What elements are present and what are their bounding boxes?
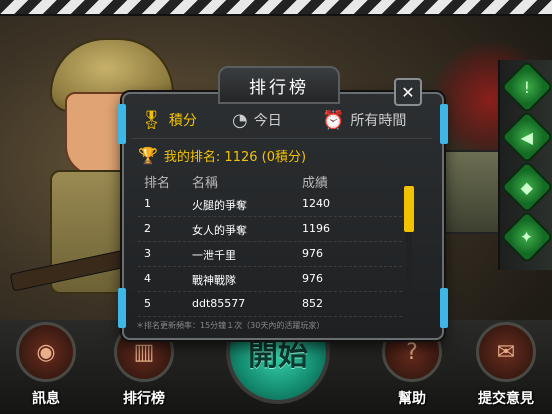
settings-icon: ✦ <box>520 227 534 247</box>
divider <box>132 138 432 139</box>
tab-today[interactable]: ◔ 今日 <box>232 106 282 134</box>
messages-button[interactable]: ◉ 訊息 <box>6 320 86 414</box>
sound-icon: ◀ <box>520 127 534 147</box>
tab-all-time-label: 所有時間 <box>350 113 407 129</box>
score-cell: 976 <box>302 247 323 260</box>
dialog-corner-accent <box>118 288 126 328</box>
dialog-title-tab: 排行榜 <box>218 66 340 104</box>
table-row[interactable]: 5 ddt85577 852 <box>138 292 402 317</box>
score-cell: 1196 <box>302 222 330 235</box>
table-row[interactable]: 1 火腿的爭奪 1240 <box>138 192 402 217</box>
my-rank-text: 我的排名: 1126 (0積分) <box>163 150 307 165</box>
my-rank: 🏆 我的排名: 1126 (0積分) <box>138 146 306 165</box>
mail-icon: ✉ <box>476 322 536 382</box>
score-cell: 852 <box>302 297 323 310</box>
messages-label: 訊息 <box>32 391 60 407</box>
update-frequency-note: ＊排名更新頻率：15分鐘１次（30天內的活躍玩家） <box>136 321 325 330</box>
alarm-clock-icon: ⏰ <box>322 109 345 131</box>
dialog-corner-accent <box>440 288 448 328</box>
name-cell: 戰神戰隊 <box>192 274 236 287</box>
hazard-stripe-top <box>0 0 552 16</box>
side-button-4[interactable]: ✦ <box>500 210 552 264</box>
score-cell: 976 <box>302 272 323 285</box>
tab-all-time[interactable]: ⏰ 所有時間 <box>322 106 406 134</box>
message-icon: ◉ <box>16 322 76 382</box>
leaderboard-label: 排行榜 <box>123 391 165 407</box>
close-icon: ✕ <box>401 82 415 102</box>
name-cell: 一泄千里 <box>192 249 236 262</box>
rank-cell: 4 <box>144 272 151 285</box>
table-header: 排名 名稱 成績 <box>138 170 402 192</box>
leaderboard-tabs: 🎖 積分 ◔ 今日 ⏰ 所有時間 <box>136 106 432 134</box>
tab-points[interactable]: 🎖 積分 <box>140 106 197 134</box>
scrollbar-thumb[interactable] <box>404 186 414 232</box>
dialog-corner-accent <box>118 104 126 144</box>
rank-cell: 1 <box>144 197 151 210</box>
name-cell: ddt85577 <box>192 297 246 310</box>
rank-cell: 2 <box>144 222 151 235</box>
rank-cell: 3 <box>144 247 151 260</box>
clock-24-icon: ◔ <box>232 109 248 131</box>
leaderboard-dialog: 🎖 積分 ◔ 今日 ⏰ 所有時間 🏆 我的排名: 1126 (0積分) 排名 名… <box>118 92 448 340</box>
table-row[interactable]: 3 一泄千里 976 <box>138 242 402 267</box>
side-button-3[interactable]: ◆ <box>500 160 552 214</box>
help-label: 幫助 <box>398 391 426 407</box>
leaderboard-table: 排名 名稱 成績 1 火腿的爭奪 1240 2 女人的爭奪 1196 3 一泄千… <box>138 170 402 317</box>
dialog-corner-accent <box>440 104 448 144</box>
name-cell: 女人的爭奪 <box>192 224 247 237</box>
dialog-title: 排行榜 <box>249 77 309 98</box>
tab-points-label: 積分 <box>168 113 197 129</box>
exclaim-icon: ! <box>523 77 531 97</box>
close-button[interactable]: ✕ <box>394 78 422 106</box>
column-header-score: 成績 <box>302 176 329 191</box>
side-button-2[interactable]: ◀ <box>500 110 552 164</box>
medal-icon: 🎖 <box>140 109 163 131</box>
table-row[interactable]: 4 戰神戰隊 976 <box>138 267 402 292</box>
name-cell: 火腿的爭奪 <box>192 199 247 212</box>
feedback-button[interactable]: ✉ 提交意見 <box>466 320 546 414</box>
column-header-name: 名稱 <box>192 176 219 191</box>
trophy-icon: 🏆 <box>138 146 158 165</box>
side-button-panel: ! ◀ ◆ ✦ <box>498 60 552 270</box>
feedback-label: 提交意見 <box>478 391 534 407</box>
tab-today-label: 今日 <box>253 113 282 129</box>
side-button-1[interactable]: ! <box>500 60 552 114</box>
music-icon: ◆ <box>520 177 534 197</box>
score-cell: 1240 <box>302 197 330 210</box>
table-row[interactable]: 2 女人的爭奪 1196 <box>138 217 402 242</box>
column-header-rank: 排名 <box>144 176 171 191</box>
rank-cell: 5 <box>144 297 151 310</box>
